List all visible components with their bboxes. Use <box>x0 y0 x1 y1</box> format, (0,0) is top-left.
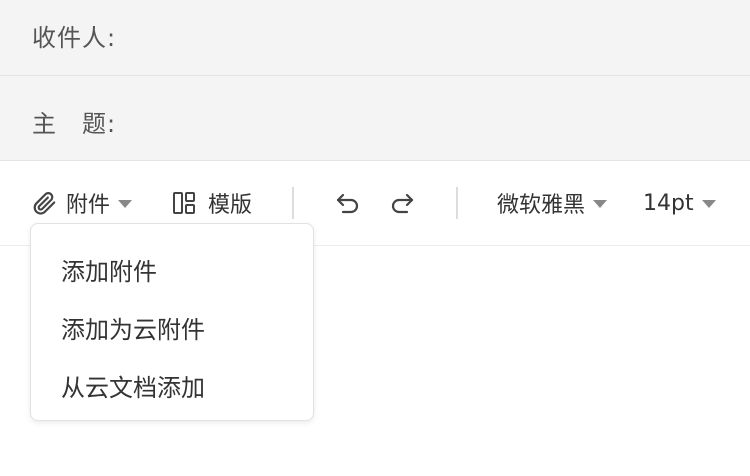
subject-row: 主 题: <box>0 76 750 161</box>
toolbar-divider <box>456 187 458 219</box>
attachment-dropdown-menu: 添加附件 添加为云附件 从云文档添加 <box>30 223 314 421</box>
chevron-down-icon <box>593 200 608 208</box>
menu-item-add-attachment[interactable]: 添加附件 <box>61 252 157 287</box>
font-size-value: 14pt <box>643 190 694 216</box>
subject-label: 主 题: <box>32 110 117 138</box>
font-family-value: 微软雅黑 <box>497 193 586 218</box>
redo-button[interactable] <box>388 183 416 223</box>
template-layout-icon <box>172 191 196 215</box>
undo-button[interactable] <box>334 183 362 223</box>
attachment-label: 附件 <box>66 193 111 218</box>
recipient-label: 收件人: <box>32 24 117 52</box>
paperclip-icon <box>32 190 58 216</box>
template-label: 模版 <box>208 193 253 218</box>
chevron-down-icon <box>701 200 716 208</box>
subject-input[interactable] <box>130 90 730 146</box>
redo-icon <box>388 189 416 217</box>
menu-item-add-from-cloud-docs[interactable]: 从云文档添加 <box>61 368 205 403</box>
menu-item-add-cloud-attachment[interactable]: 添加为云附件 <box>61 310 205 345</box>
chevron-down-icon <box>118 200 133 208</box>
toolbar-divider <box>292 187 294 219</box>
attachment-button[interactable]: 附件 <box>32 183 133 223</box>
template-button[interactable]: 模版 <box>172 183 252 223</box>
font-size-select[interactable]: 14pt <box>643 183 716 223</box>
undo-icon <box>334 189 362 217</box>
font-family-select[interactable]: 微软雅黑 <box>497 183 608 223</box>
recipient-row: 收件人: <box>0 0 750 76</box>
recipient-input[interactable] <box>130 14 730 61</box>
